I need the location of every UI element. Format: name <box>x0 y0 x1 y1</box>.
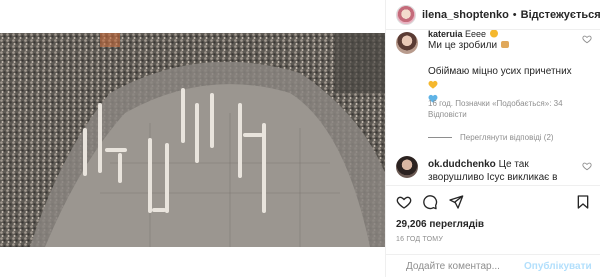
publish-button[interactable]: Опублікувати <box>524 261 592 272</box>
share-button[interactable] <box>448 194 464 210</box>
comment2-like-heart-icon[interactable] <box>582 161 592 171</box>
author-avatar[interactable] <box>396 4 416 25</box>
comment-header: kateruia Ееее <box>428 30 499 39</box>
post-timestamp: 16 ГОД ТОМУ <box>396 236 443 243</box>
post-actions <box>386 185 600 215</box>
comment-meta[interactable]: 16 год. Позначки «Подобається»: 34 Відпо… <box>428 98 578 120</box>
comment-input[interactable] <box>406 260 524 272</box>
following-button[interactable]: Відстежується <box>521 9 600 21</box>
heart-icon <box>396 196 412 209</box>
yellow-heart-icon <box>428 80 438 89</box>
comment-like-heart-icon[interactable] <box>582 34 592 44</box>
commenter2-avatar[interactable] <box>396 156 418 178</box>
smile-emoji-icon <box>489 30 498 38</box>
commenter-avatar[interactable] <box>396 32 418 54</box>
top-strip <box>0 0 385 33</box>
replies-divider <box>428 137 452 138</box>
comment-icon <box>423 195 438 210</box>
save-button[interactable] <box>575 194 591 210</box>
comment-text-continued: Обіймаю міцно усих причетних <box>428 66 572 77</box>
bottom-strip <box>0 247 385 277</box>
views-count[interactable]: 29,206 переглядів <box>396 219 484 230</box>
comment-text: Ми це зробили <box>428 40 498 51</box>
view-replies[interactable]: Переглянути відповіді (2) <box>428 133 554 142</box>
comment-button[interactable] <box>422 194 438 210</box>
post-header: ilena_shoptenko • Відстежується <box>386 0 600 30</box>
comment-prefix: Ееее <box>465 30 487 39</box>
commenter2-username[interactable]: ok.dudchenko <box>428 159 496 170</box>
bookmark-icon <box>577 195 589 209</box>
post-side-panel: ilena_shoptenko • Відстежується kateruia… <box>385 0 600 277</box>
video-frame <box>0 33 385 247</box>
add-comment-bar: Опублікувати <box>386 254 600 277</box>
commenter-username[interactable]: kateruia <box>428 30 463 39</box>
hands-emoji-icon <box>500 41 509 48</box>
post-video[interactable] <box>0 33 385 247</box>
paper-plane-icon <box>449 195 464 209</box>
view-replies-label[interactable]: Переглянути відповіді (2) <box>460 133 554 142</box>
header-separator: • <box>512 8 517 21</box>
comments-list: kateruia Ееее Ми це зробили Обіймаю міцн… <box>386 30 600 185</box>
like-button[interactable] <box>396 194 412 210</box>
author-username[interactable]: ilena_shoptenko <box>422 9 509 21</box>
comment-text-line1: Ми це зробили <box>428 39 568 53</box>
comment2-body: ok.dudchenko Це так зворушливо Ісус викл… <box>428 158 578 185</box>
